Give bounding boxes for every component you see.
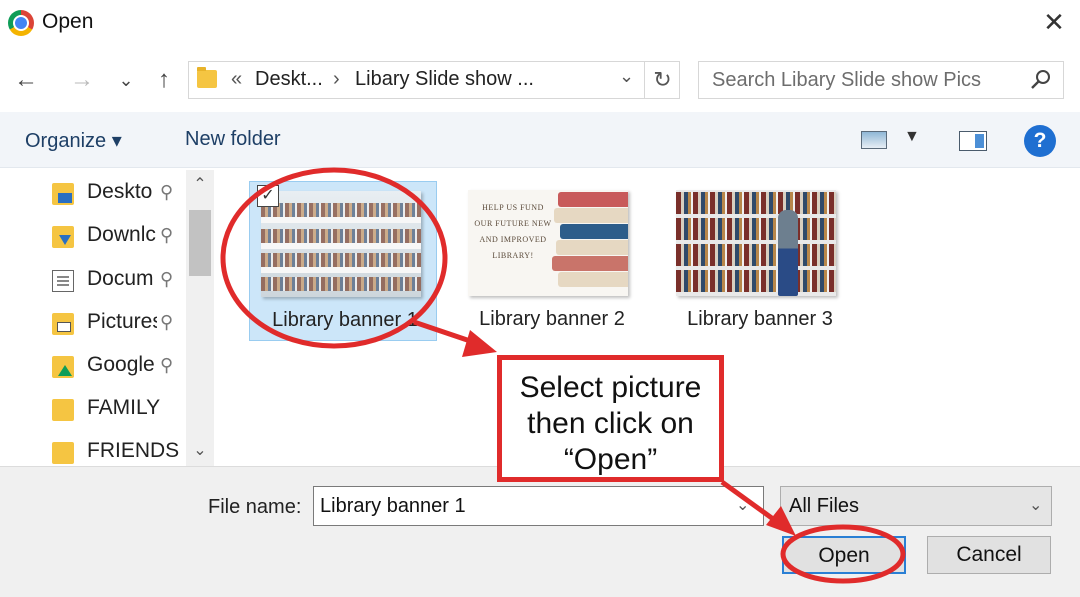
navigation-pane: Deskto ⚲ Downlc ⚲ Docum ⚲ Pictures ⚲ Goo… bbox=[0, 170, 214, 466]
sidebar-item-label: Docum bbox=[87, 267, 154, 290]
breadcrumb-current-folder[interactable]: Libary Slide show ... bbox=[355, 68, 534, 91]
scroll-up-icon[interactable]: ⌃ bbox=[186, 174, 214, 194]
change-view-icon[interactable] bbox=[861, 131, 887, 149]
file-name-dropdown-icon[interactable]: ⌄ bbox=[736, 495, 749, 515]
file-item[interactable]: HELP US FUND OUR FUTURE NEW AND IMPROVED… bbox=[457, 181, 645, 341]
refresh-icon[interactable]: ↻ bbox=[644, 62, 680, 98]
command-bar: Organize ▾ New folder ▼ bbox=[0, 112, 1080, 168]
thumbnail-text: HELP US FUND OUR FUTURE NEW AND IMPROVED… bbox=[474, 203, 552, 260]
documents-icon bbox=[52, 270, 74, 292]
library-atrium-thumbnail bbox=[261, 191, 421, 297]
sidebar-item-desktop[interactable]: Deskto ⚲ bbox=[52, 176, 192, 210]
window-title: Open bbox=[42, 10, 94, 33]
sidebar-item-label: Google bbox=[87, 353, 155, 376]
search-box[interactable]: Search Libary Slide show Pics bbox=[698, 61, 1064, 99]
up-arrow-icon[interactable]: ↑ bbox=[148, 62, 180, 98]
desktop-folder-icon bbox=[52, 183, 74, 205]
sidebar-item-documents[interactable]: Docum ⚲ bbox=[52, 263, 192, 297]
file-name-label: File name: bbox=[208, 496, 302, 518]
file-name: Library banner 2 bbox=[479, 308, 625, 330]
breadcrumb-separator-icon: › bbox=[333, 68, 340, 90]
view-options-caret-icon[interactable]: ▼ bbox=[904, 128, 920, 146]
sidebar-item-friends[interactable]: FRIENDS bbox=[52, 435, 192, 469]
file-name-field[interactable]: Library banner 1 ⌄ bbox=[313, 486, 764, 526]
file-name: Library banner 1 bbox=[272, 309, 418, 331]
organize-button[interactable]: Organize ▾ bbox=[25, 128, 122, 153]
file-name: Library banner 3 bbox=[687, 308, 833, 330]
help-icon[interactable]: ? bbox=[1024, 125, 1056, 157]
search-icon[interactable] bbox=[1029, 68, 1053, 92]
pin-icon: ⚲ bbox=[160, 225, 174, 245]
navigation-bar: ← → ⌄ ↑ « Deskt... › Libary Slide show .… bbox=[0, 58, 1080, 102]
search-placeholder: Search Libary Slide show Pics bbox=[712, 69, 982, 91]
pin-icon: ⚲ bbox=[160, 182, 174, 202]
library-shelves-thumbnail bbox=[676, 190, 836, 296]
downloads-folder-icon bbox=[52, 226, 74, 248]
breadcrumb-desktop[interactable]: Deskt... bbox=[255, 68, 323, 91]
scroll-down-icon[interactable]: ⌄ bbox=[186, 440, 214, 460]
sidebar-item-label: Pictures bbox=[87, 310, 157, 333]
sidebar-item-family[interactable]: FAMILY bbox=[52, 392, 192, 426]
sidebar-item-label: FAMILY bbox=[87, 396, 161, 419]
sidebar-item-downloads[interactable]: Downlc ⚲ bbox=[52, 219, 192, 253]
file-name-value: Library banner 1 bbox=[320, 495, 466, 517]
folder-icon bbox=[197, 67, 217, 88]
pin-icon: ⚲ bbox=[160, 355, 174, 375]
sidebar-item-label: FRIENDS bbox=[87, 439, 180, 462]
google-drive-folder-icon bbox=[52, 356, 74, 378]
address-bar[interactable]: « Deskt... › Libary Slide show ... ⌄ ↻ bbox=[188, 61, 680, 99]
file-item[interactable]: Library banner 3 bbox=[665, 181, 853, 341]
checkbox-checked-icon[interactable]: ✓ bbox=[257, 185, 279, 207]
breadcrumb-overflow-icon[interactable]: « bbox=[231, 68, 242, 91]
folder-icon bbox=[52, 399, 74, 421]
pin-icon: ⚲ bbox=[160, 312, 174, 332]
back-arrow-icon[interactable]: ← bbox=[10, 62, 42, 98]
instruction-callout: Select picture then click on “Open” bbox=[497, 355, 724, 482]
pin-icon: ⚲ bbox=[160, 269, 174, 289]
chevron-down-icon[interactable]: ⌄ bbox=[1029, 495, 1042, 515]
close-icon[interactable]: ✕ bbox=[1040, 6, 1068, 38]
chrome-icon bbox=[8, 10, 34, 36]
title-bar: Open ✕ bbox=[0, 0, 1080, 46]
cancel-button[interactable]: Cancel bbox=[927, 536, 1051, 574]
sidebar-item-label: Deskto bbox=[87, 180, 153, 203]
file-type-value: All Files bbox=[789, 495, 860, 517]
sidebar-item-pictures[interactable]: Pictures ⚲ bbox=[52, 306, 192, 340]
sidebar-scrollbar[interactable]: ⌃ ⌄ bbox=[186, 170, 214, 466]
address-dropdown-icon[interactable]: ⌄ bbox=[619, 66, 634, 87]
pictures-folder-icon bbox=[52, 313, 74, 335]
file-item[interactable]: ✓ Library banner 1 bbox=[249, 181, 437, 341]
new-folder-button[interactable]: New folder bbox=[185, 128, 281, 151]
preview-pane-icon[interactable] bbox=[959, 131, 987, 151]
forward-arrow-icon[interactable]: → bbox=[66, 62, 98, 98]
sidebar-item-label: Downlc bbox=[87, 223, 156, 246]
sidebar-item-google-drive[interactable]: Google ⚲ bbox=[52, 349, 192, 383]
scroll-thumb[interactable] bbox=[189, 210, 211, 276]
file-type-select[interactable]: All Files ⌄ bbox=[780, 486, 1052, 526]
library-fund-thumbnail: HELP US FUND OUR FUTURE NEW AND IMPROVED… bbox=[468, 190, 628, 296]
open-button[interactable]: Open bbox=[782, 536, 906, 574]
folder-icon bbox=[52, 442, 74, 464]
recent-locations-chevron-icon[interactable]: ⌄ bbox=[110, 62, 142, 98]
